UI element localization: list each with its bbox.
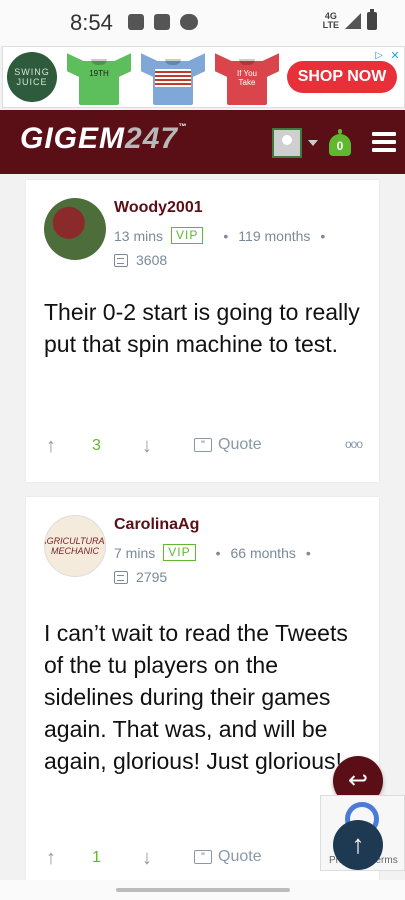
post-meta: 7 mins VIP • 66 months • (114, 544, 321, 561)
upvote-icon[interactable]: ↑ (46, 847, 60, 869)
status-icons (128, 14, 198, 30)
post-count: 3608 (114, 252, 167, 268)
post-time: 7 mins (114, 544, 156, 561)
message-icon (114, 570, 128, 584)
network-indicator: 4G LTE (323, 12, 339, 30)
status-bar: 8:54 4G LTE (0, 0, 405, 46)
post-actions: ↑ 1 ↓ " Quote (44, 847, 362, 871)
menu-icon[interactable] (372, 132, 396, 152)
post-body: Their 0-2 start is going to really put t… (44, 299, 360, 357)
quote-label: Quote (218, 436, 262, 453)
member-tenure: 119 months (238, 227, 311, 244)
gesture-handle[interactable] (116, 888, 290, 892)
network-subtype: LTE (322, 20, 339, 30)
battery-icon (367, 9, 377, 30)
post-count-value: 2795 (136, 569, 168, 585)
status-right: 4G LTE (323, 9, 377, 30)
site-logo[interactable]: GIGEM247™ (20, 122, 187, 156)
post-time: 13 mins (114, 227, 164, 244)
signal-icon (345, 13, 361, 29)
ad-brand-line2: JUICE (16, 77, 48, 87)
post-body: I can’t wait to read the Tweets of the t… (44, 620, 348, 774)
cloud-icon (180, 14, 198, 30)
notification-count: 0 (336, 139, 344, 153)
site-header: GIGEM247™ 0 (0, 110, 405, 174)
vote-count: 1 (92, 849, 101, 866)
user-avatar[interactable] (272, 128, 302, 158)
quote-label: Quote (218, 848, 262, 865)
avatar[interactable]: AGRICULTURAL MECHANIC (44, 515, 106, 577)
member-tenure: 66 months (230, 544, 296, 561)
ad-shirt-3[interactable]: If You Take (215, 51, 279, 105)
separator-dot: • (223, 227, 229, 244)
status-time: 8:54 (70, 10, 113, 35)
reply-icon: ↩ (347, 767, 369, 794)
logo-number: 247 (125, 122, 179, 155)
avatar-text: AGRICULTURAL MECHANIC (44, 536, 106, 556)
vip-badge: VIP (163, 544, 196, 561)
notifications-bell-icon[interactable]: 0 (329, 129, 351, 156)
quote-button[interactable]: " Quote (194, 848, 262, 866)
shirt-2-flag-icon (155, 69, 191, 87)
post-card: Woody2001 13 mins VIP • 119 months • 360… (26, 180, 379, 482)
separator-dot: • (320, 227, 326, 244)
vote-count: 3 (92, 437, 101, 454)
chevron-down-icon[interactable] (308, 140, 318, 146)
shop-now-button[interactable]: SHOP NOW (287, 61, 397, 93)
shirt-3-print: If You Take (236, 69, 258, 87)
ad-brand-line1: SWING (14, 67, 50, 77)
arrow-up-icon: ↑ (351, 829, 365, 859)
system-navigation-bar (0, 880, 405, 900)
downvote-icon[interactable]: ↓ (142, 435, 156, 457)
quote-button[interactable]: " Quote (194, 436, 262, 454)
avatar-placeholder-icon (282, 135, 292, 145)
post-username[interactable]: Woody2001 (114, 199, 203, 217)
separator-dot: • (305, 544, 311, 561)
shirt-1-print: 19TH (89, 69, 109, 78)
separator-dot: • (215, 544, 221, 561)
post-username[interactable]: CarolinaAg (114, 516, 199, 534)
ad-banner[interactable]: SWING JUICE 19TH If You Take SHOP NOW ▷ … (2, 46, 405, 108)
post-count: 2795 (114, 569, 167, 585)
vip-badge: VIP (171, 227, 204, 244)
logo-trademark: ™ (178, 122, 188, 131)
image-icon (154, 14, 170, 30)
more-options-icon[interactable]: ooo (345, 437, 363, 451)
quote-icon: " (194, 438, 212, 452)
camera-icon (128, 14, 144, 30)
ad-shirt-1[interactable]: 19TH (67, 51, 131, 105)
ad-close-icon[interactable]: ✕ (388, 49, 402, 63)
post-meta: 13 mins VIP • 119 months • (114, 227, 335, 244)
scroll-to-top-button[interactable]: ↑ (333, 820, 383, 870)
message-icon (114, 253, 128, 267)
post-count-value: 3608 (136, 252, 168, 268)
downvote-icon[interactable]: ↓ (142, 847, 156, 869)
post-actions: ↑ 3 ↓ " Quote ooo (44, 435, 363, 459)
quote-icon: " (194, 850, 212, 864)
avatar[interactable] (44, 198, 106, 260)
logo-text: GIGEM (20, 122, 126, 155)
ad-info-icon[interactable]: ▷ (372, 49, 386, 63)
ad-brand-logo[interactable]: SWING JUICE (7, 52, 57, 102)
upvote-icon[interactable]: ↑ (46, 435, 60, 457)
ad-shirt-2[interactable] (141, 51, 205, 105)
